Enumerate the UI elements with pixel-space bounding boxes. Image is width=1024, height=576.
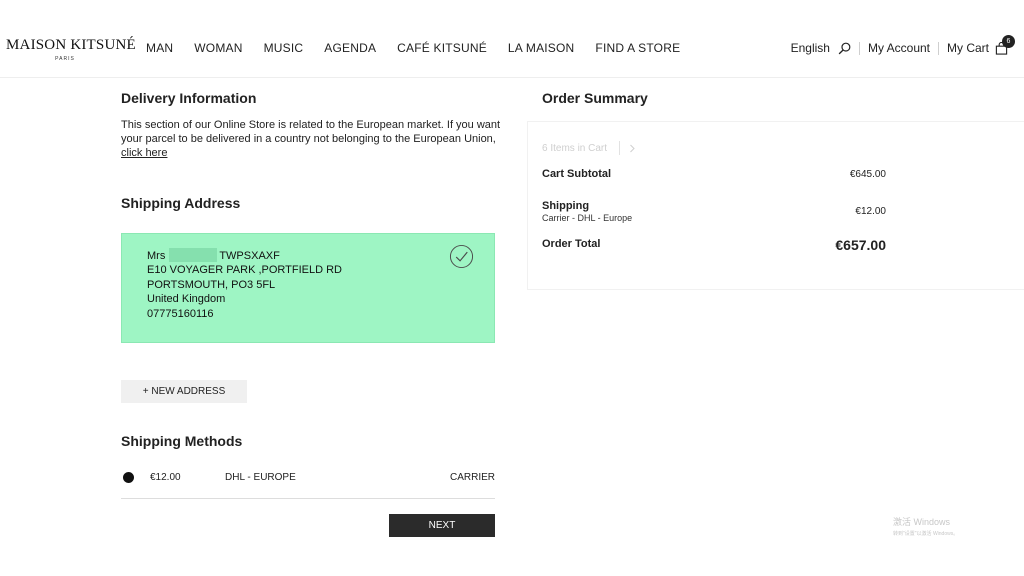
my-account-link[interactable]: My Account — [868, 41, 930, 55]
shipping-method-name: DHL - EUROPE — [225, 472, 296, 483]
watermark-title: 激活 Windows — [893, 517, 951, 527]
site-header: MAISON KITSUNÉ PARIS MAN WOMAN MUSIC AGE… — [0, 0, 1024, 78]
address-details: Mrs TWPSXAXF E10 VOYAGER PARK ,PORTFIELD … — [147, 248, 342, 321]
items-in-cart-toggle[interactable]: 6 Items in Cart — [542, 141, 636, 155]
shipping-address-title: Shipping Address — [121, 195, 241, 211]
shipping-method-carrier: CARRIER — [449, 472, 495, 483]
cart-subtotal-label: Cart Subtotal — [542, 168, 612, 180]
nav-item-cafe-kitsune[interactable]: CAFÉ KITSUNÉ — [397, 41, 487, 55]
shipping-method-row[interactable]: €12.00 DHL - EUROPE CARRIER — [121, 466, 495, 499]
nav-item-la-maison[interactable]: LA MAISON — [508, 41, 575, 55]
windows-activation-watermark: 激活 Windows 转到"设置"以激活 Windows。 — [893, 515, 958, 537]
address-country: United Kingdom — [147, 293, 226, 306]
brand-logo[interactable]: MAISON KITSUNÉ PARIS — [6, 37, 136, 62]
divider — [619, 141, 621, 155]
divider — [858, 41, 860, 55]
delivery-information-text: This section of our Online Store is rela… — [121, 118, 506, 160]
shipping-methods-title: Shipping Methods — [121, 433, 243, 449]
main-nav: MAN WOMAN MUSIC AGENDA CAFÉ KITSUNÉ LA M… — [146, 41, 680, 55]
address-salutation: Mrs — [147, 250, 166, 262]
address-name-line: Mrs TWPSXAXF — [147, 248, 342, 263]
order-total-value: €657.00 — [835, 237, 886, 253]
next-button[interactable]: NEXT — [389, 514, 495, 537]
order-summary-title: Order Summary — [542, 90, 648, 106]
delivery-information-title: Delivery Information — [121, 90, 257, 106]
selected-check-icon — [449, 244, 474, 269]
search-icon[interactable] — [838, 42, 851, 55]
cart-subtotal-value: €645.00 — [849, 169, 886, 180]
shipping-method-price: €12.00 — [150, 472, 181, 483]
logo-subtitle: PARIS — [55, 56, 75, 62]
watermark-subtitle: 转到"设置"以激活 Windows。 — [893, 531, 959, 537]
shipping-value: €12.00 — [855, 206, 886, 217]
delivery-text-body: This section of our Online Store is rela… — [121, 119, 501, 145]
nav-item-agenda[interactable]: AGENDA — [324, 41, 376, 55]
shipping-carrier-text: Carrier - DHL - Europe — [542, 213, 633, 223]
cart-count-badge: 6 — [1002, 35, 1015, 48]
redacted-name — [169, 248, 218, 262]
nav-item-woman[interactable]: WOMAN — [194, 41, 242, 55]
address-phone: 07775160116 — [147, 307, 214, 320]
address-name: TWPSXAXF — [219, 250, 280, 262]
my-cart-link[interactable]: My Cart 6 — [947, 35, 1015, 55]
nav-item-find-a-store[interactable]: FIND A STORE — [595, 41, 680, 55]
address-city: PORTSMOUTH, PO3 5FL — [147, 278, 276, 291]
logo-wordmark: MAISON KITSUNÉ — [6, 37, 136, 53]
shipping-label: Shipping — [542, 200, 590, 212]
order-total-label: Order Total — [542, 238, 601, 250]
click-here-link[interactable]: click here — [121, 147, 167, 159]
shipping-method-radio[interactable] — [123, 472, 134, 483]
header-utilities: English My Account My Cart 6 — [791, 35, 1015, 55]
selected-address-card[interactable]: Mrs TWPSXAXF E10 VOYAGER PARK ,PORTFIELD … — [121, 233, 495, 343]
new-address-button[interactable]: + NEW ADDRESS — [121, 380, 247, 403]
address-street: E10 VOYAGER PARK ,PORTFIELD RD — [147, 264, 342, 277]
chevron-right-icon — [630, 144, 635, 152]
divider — [938, 41, 939, 55]
items-in-cart-label: 6 Items in Cart — [542, 142, 608, 154]
nav-item-music[interactable]: MUSIC — [264, 41, 304, 55]
language-selector[interactable]: English — [791, 41, 830, 55]
nav-item-man[interactable]: MAN — [146, 41, 173, 55]
my-cart-label: My Cart — [947, 41, 989, 55]
